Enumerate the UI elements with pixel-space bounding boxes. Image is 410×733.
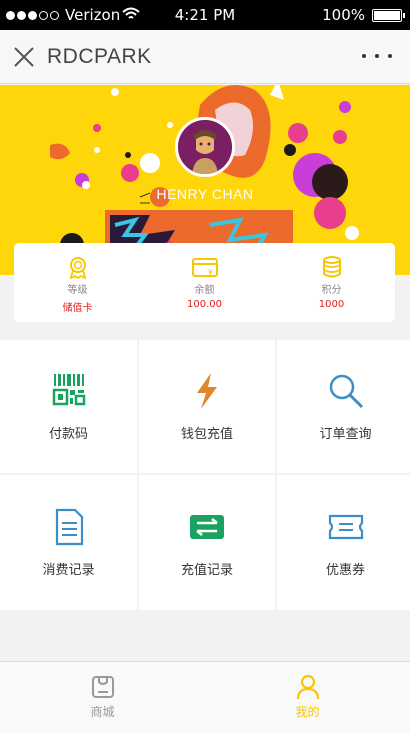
grid-item-label: 钱包充值 xyxy=(180,427,233,442)
battery-percent: 100% xyxy=(322,6,365,24)
shop-icon xyxy=(91,676,114,698)
coins-icon xyxy=(322,256,341,278)
coupon-icon xyxy=(328,514,363,540)
stat-balance-label: 余额 xyxy=(194,285,215,296)
nav-bar: RDCPARK xyxy=(0,30,410,84)
grid-item-label: 消费记录 xyxy=(42,563,95,578)
lightning-icon xyxy=(197,373,217,409)
grid-item-label: 订单查询 xyxy=(319,427,372,442)
stat-level-value: 储值卡 xyxy=(62,303,93,314)
grid-item-wallet-topup[interactable]: 钱包充值 xyxy=(139,340,275,473)
stat-balance-value: 100.00 xyxy=(187,299,222,310)
grid-item-spending-records[interactable]: 消费记录 xyxy=(0,475,137,610)
grid-item-label: 充值记录 xyxy=(180,563,233,578)
tab-label: 商城 xyxy=(90,705,115,719)
stat-balance[interactable]: ¥ 余额 100.00 xyxy=(141,243,268,322)
username: HENRY CHAN xyxy=(156,186,254,202)
status-bar: Verizon 4:21 PM 100% xyxy=(0,0,410,30)
wallet-card-icon: ¥ xyxy=(191,258,218,277)
stat-points-value: 1000 xyxy=(318,299,345,310)
avatar[interactable] xyxy=(175,117,235,177)
account-stats-card: 等级 储值卡 ¥ 余额 100.00 积分 1000 xyxy=(14,243,395,322)
grid-item-coupons[interactable]: 优惠券 xyxy=(277,475,410,610)
svg-text:¥: ¥ xyxy=(208,268,213,277)
grid-item-label: 付款码 xyxy=(48,427,88,442)
stat-points-label: 积分 xyxy=(321,285,342,296)
feature-grid: 付款码 钱包充值 订单查询 消费记录 充值记录 优惠券 xyxy=(0,340,410,610)
search-icon xyxy=(329,374,363,409)
user-icon xyxy=(296,674,319,700)
close-icon[interactable] xyxy=(12,45,36,69)
battery-icon xyxy=(372,9,405,22)
document-icon xyxy=(55,508,83,546)
grid-item-order-search[interactable]: 订单查询 xyxy=(277,340,410,473)
more-menu-icon[interactable] xyxy=(362,54,392,58)
stat-level-label: 等级 xyxy=(67,285,88,296)
avatar-image xyxy=(178,120,232,174)
stat-points[interactable]: 积分 1000 xyxy=(268,243,395,322)
medal-icon xyxy=(69,257,86,279)
tab-bar: 商城 我的 xyxy=(0,661,410,733)
page-title: RDCPARK xyxy=(47,45,152,68)
tab-profile[interactable]: 我的 xyxy=(205,662,410,733)
tab-shop[interactable]: 商城 xyxy=(0,662,205,733)
barcode-qr-icon xyxy=(52,374,85,406)
grid-item-payment-code[interactable]: 付款码 xyxy=(0,340,137,473)
grid-item-topup-records[interactable]: 充值记录 xyxy=(139,475,275,610)
stat-level[interactable]: 等级 储值卡 xyxy=(14,243,141,322)
tab-label: 我的 xyxy=(295,705,320,719)
exchange-icon xyxy=(190,515,224,539)
grid-item-label: 优惠券 xyxy=(325,563,365,578)
